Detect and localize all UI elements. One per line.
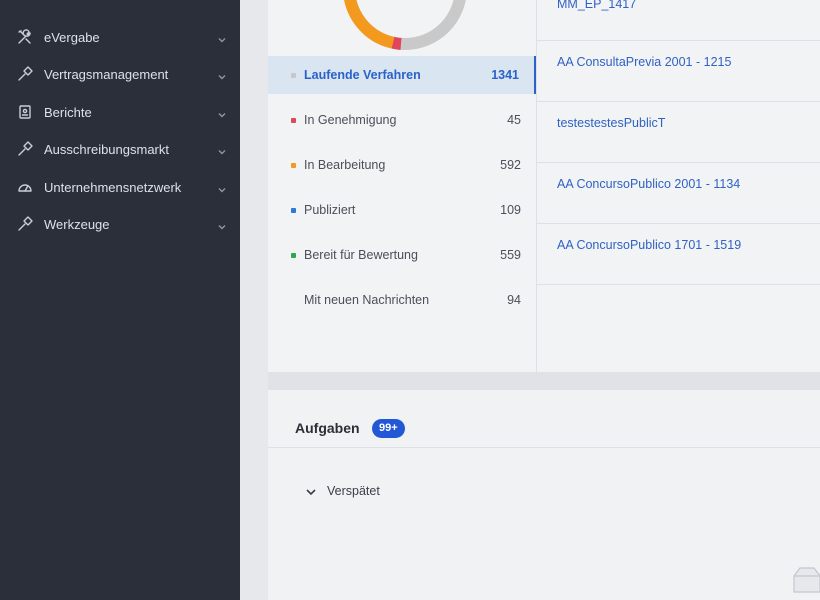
list-item: testestestesPublicT [537,102,820,163]
chevron-down-icon [217,69,227,80]
status-row-bereit-fuer-bewertung[interactable]: Bereit für Bewertung 559 [268,236,536,274]
hammer-icon [17,141,33,157]
sidebar-item-label: Berichte [44,104,92,120]
tasks-card: Aufgaben 99+ Verspätet [268,390,820,600]
folder-icon [793,567,820,593]
sidebar-item-werkzeuge[interactable]: Werkzeuge [0,206,240,242]
tasks-title: Aufgaben [295,420,360,436]
sidebar-item-unternehmensnetzwerk[interactable]: Unternehmensnetzwerk [0,169,240,205]
sidebar-item-label: Unternehmensnetzwerk [44,179,182,195]
content-gutter [240,0,268,600]
status-row-laufende-verfahren[interactable]: Laufende Verfahren 1341 [268,56,536,94]
sidebar-item-vertragsmanagement[interactable]: Vertragsmanagement [0,56,240,92]
status-count: 109 [500,203,521,217]
donut-segment-in-genehmigung [391,36,402,50]
sidebar-item-label: Ausschreibungsmarkt [44,141,169,157]
status-row-in-bearbeitung[interactable]: In Bearbeitung 592 [268,146,536,184]
sidebar-item-ausschreibungsmarkt[interactable]: Ausschreibungsmarkt [0,131,240,167]
sidebar-item-label: Werkzeuge [44,216,110,232]
procedure-link[interactable]: testestestesPublicT [557,116,665,130]
chevron-down-icon [305,485,317,497]
chevron-down-icon [217,107,227,118]
status-count: 592 [500,158,521,172]
hammer-icon [17,66,33,82]
status-label: Publiziert [304,203,356,217]
status-dot [291,117,296,123]
list-item: AA ConcursoPublico 2001 - 1134 [537,163,820,224]
section-separator [268,372,820,390]
status-label: In Genehmigung [304,113,397,127]
sidebar-item-label: Vertragsmanagement [44,66,169,82]
status-dot [291,252,296,258]
procedure-link[interactable]: AA ConcursoPublico 1701 - 1519 [557,238,741,252]
main-content: Laufende Verfahren 1341 In Genehmigung 4… [240,0,820,600]
status-label: Bereit für Bewertung [304,248,418,262]
status-row-mit-neuen-nachrichten[interactable]: Mit neuen Nachrichten 94 [268,281,536,319]
report-icon [17,104,33,120]
status-label: Laufende Verfahren [304,68,421,82]
procedure-link[interactable]: AA ConsultaPrevia 2001 - 1215 [557,55,731,69]
status-row-publiziert[interactable]: Publiziert 109 [268,191,536,229]
sidebar-item-evergabe[interactable]: eVergabe [0,19,240,55]
list-item: AA ConsultaPrevia 2001 - 1215 [537,41,820,102]
status-donut-chart [344,0,466,50]
status-count: 559 [500,248,521,262]
chevron-down-icon [217,219,227,230]
status-count: 1341 [491,68,519,82]
hammer-icon [17,216,33,232]
donut-segment-in-bearbeitung [344,0,395,49]
tasks-divider [268,447,820,448]
status-row-in-genehmigung[interactable]: In Genehmigung 45 [268,101,536,139]
tasks-group-label: Verspätet [327,484,380,498]
status-count: 45 [507,113,521,127]
status-dot [291,162,296,168]
sidebar-item-label: eVergabe [44,29,100,45]
status-label: In Bearbeitung [304,158,386,172]
sidebar-item-berichte[interactable]: Berichte [0,94,240,130]
dashboard-icon [17,179,33,195]
status-dot [291,207,296,213]
procedure-link[interactable]: MM_EP_1417 [557,0,636,11]
status-label: Mit neuen Nachrichten [304,293,430,307]
chevron-down-icon [217,182,227,193]
procedure-link[interactable]: AA ConcursoPublico 2001 - 1134 [557,177,740,191]
tasks-count-badge: 99+ [372,419,405,438]
list-item: AA ConcursoPublico 1701 - 1519 [537,224,820,285]
status-count: 94 [507,293,521,307]
list-item: MM_EP_1417 [537,0,820,41]
sidebar: eVergabe Vertragsmanagement Berichte Aus… [0,0,240,600]
tools-icon [17,29,33,45]
chevron-down-icon [217,144,227,155]
chevron-down-icon [217,32,227,43]
status-dot [291,72,296,78]
tasks-group-verspaetet[interactable]: Verspätet [305,482,380,500]
